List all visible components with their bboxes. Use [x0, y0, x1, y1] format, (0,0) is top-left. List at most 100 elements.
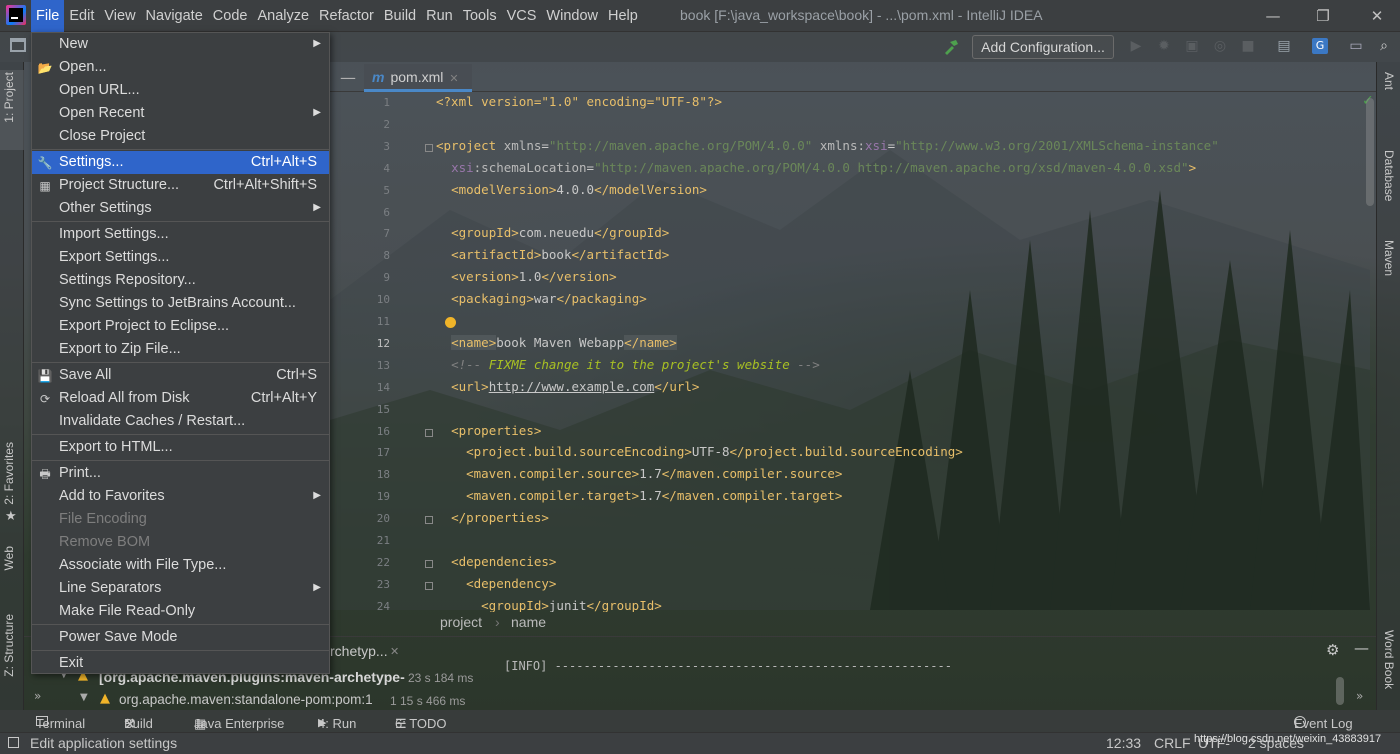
- search-icon[interactable]: ⌕: [1376, 38, 1392, 54]
- menu-item-export-settings[interactable]: Export Settings...: [32, 246, 329, 269]
- fold-marker-icon[interactable]: [425, 581, 433, 590]
- menu-refactor[interactable]: Refactor: [314, 0, 379, 32]
- menu-vcs[interactable]: VCS: [502, 0, 542, 32]
- tab-ant[interactable]: Ant: [1382, 72, 1396, 90]
- menu-item-open-recent[interactable]: Open Recent ▶: [32, 102, 329, 125]
- run-tab-close-icon[interactable]: ✕: [390, 645, 399, 658]
- add-configuration-button[interactable]: Add Configuration...: [972, 35, 1114, 59]
- tab-structure[interactable]: Z: Structure: [2, 614, 16, 677]
- restore-button[interactable]: ❐: [1300, 0, 1346, 32]
- fold-marker-icon[interactable]: [425, 143, 433, 152]
- more-icon[interactable]: »: [34, 689, 41, 703]
- fold-marker-icon[interactable]: [425, 516, 433, 525]
- project-folder-icon[interactable]: [10, 38, 26, 52]
- code-line[interactable]: <groupId>junit</groupId>: [436, 598, 662, 612]
- menu-item-new[interactable]: New ▶: [32, 33, 329, 56]
- code-line[interactable]: <url>http://www.example.com</url>: [436, 379, 699, 394]
- menu-item-print[interactable]: 🖶 Print...: [32, 462, 329, 485]
- fold-marker-icon[interactable]: [425, 559, 433, 568]
- code-line[interactable]: <version>1.0</version>: [436, 269, 617, 284]
- menu-edit[interactable]: Edit: [64, 0, 99, 32]
- code-line[interactable]: <packaging>war</packaging>: [436, 291, 647, 306]
- menu-run[interactable]: Run: [421, 0, 458, 32]
- collapse-icon[interactable]: —: [340, 68, 356, 87]
- editor-scrollbar[interactable]: [1366, 98, 1374, 206]
- fold-marker-icon[interactable]: [425, 428, 433, 437]
- code-line[interactable]: <dependencies>: [436, 554, 556, 569]
- menu-item-settings-repository[interactable]: Settings Repository...: [32, 269, 329, 292]
- code-line[interactable]: <project.build.sourceEncoding>UTF-8</pro…: [436, 444, 963, 459]
- breadcrumb-project[interactable]: project: [440, 614, 482, 630]
- tab-project[interactable]: 1: Project: [2, 72, 16, 123]
- menu-item-export-project-to-eclipse[interactable]: Export Project to Eclipse...: [32, 315, 329, 338]
- code-line[interactable]: <artifactId>book</artifactId>: [436, 247, 669, 262]
- menu-item-project-structure[interactable]: ▦ Project Structure... Ctrl+Alt+Shift+S: [32, 174, 329, 197]
- translate-icon[interactable]: G: [1312, 38, 1328, 54]
- code-line[interactable]: </properties>: [436, 510, 549, 525]
- code-line[interactable]: xsi:schemaLocation="http://maven.apache.…: [436, 160, 1196, 175]
- code-line[interactable]: <project xmlns="http://maven.apache.org/…: [436, 138, 1219, 153]
- menu-item-open-url[interactable]: Open URL...: [32, 79, 329, 102]
- menu-item-save-all[interactable]: 💾 Save All Ctrl+S: [32, 364, 329, 387]
- menu-item-export-to-zip-file[interactable]: Export to Zip File...: [32, 338, 329, 361]
- coverage-icon[interactable]: ▣: [1184, 38, 1200, 54]
- line-separator[interactable]: CRLF: [1154, 735, 1191, 751]
- menu-tools[interactable]: Tools: [458, 0, 502, 32]
- tab-favorites[interactable]: 2: Favorites: [2, 442, 16, 505]
- menu-item-exit[interactable]: Exit: [32, 652, 329, 675]
- more-right-icon[interactable]: »: [1356, 689, 1363, 703]
- menu-build[interactable]: Build: [379, 0, 421, 32]
- menu-item-invalidate-caches-restart[interactable]: Invalidate Caches / Restart...: [32, 410, 329, 433]
- menu-item-sync-settings-to-jetbrains-account[interactable]: Sync Settings to JetBrains Account...: [32, 292, 329, 315]
- build-hammer-icon[interactable]: [942, 38, 960, 56]
- expand-arrow-icon[interactable]: ▼: [80, 692, 88, 703]
- minimize-button[interactable]: —: [1250, 0, 1296, 32]
- breadcrumb-name[interactable]: name: [511, 614, 546, 630]
- menu-window[interactable]: Window: [541, 0, 603, 32]
- menu-item-close-project[interactable]: Close Project: [32, 125, 329, 148]
- menu-file[interactable]: File: [31, 0, 65, 32]
- lightbulb-icon[interactable]: [445, 317, 456, 328]
- stop-icon[interactable]: ■: [1240, 38, 1256, 54]
- menu-item-import-settings[interactable]: Import Settings...: [32, 223, 329, 246]
- code-line[interactable]: <groupId>com.neuedu</groupId>: [436, 225, 669, 240]
- code-line[interactable]: <maven.compiler.target>1.7</maven.compil…: [436, 488, 842, 503]
- presentation-icon[interactable]: ▭: [1348, 38, 1364, 54]
- menu-help[interactable]: Help: [603, 0, 643, 32]
- menu-item-line-separators[interactable]: Line Separators ▶: [32, 577, 329, 600]
- code-line[interactable]: <maven.compiler.source>1.7</maven.compil…: [436, 466, 842, 481]
- close-window-button[interactable]: ✕: [1354, 0, 1400, 32]
- profile-icon[interactable]: ◎: [1212, 38, 1228, 54]
- menu-item-open[interactable]: 📂 Open...: [32, 56, 329, 79]
- menu-item-settings[interactable]: 🔧 Settings... Ctrl+Alt+S: [32, 151, 329, 174]
- menu-navigate[interactable]: Navigate: [141, 0, 208, 32]
- run-icon[interactable]: ▶: [1128, 38, 1144, 54]
- status-toggle-icon[interactable]: [8, 737, 19, 748]
- project-structure-toolbar-icon[interactable]: ▤: [1276, 38, 1292, 54]
- tab-web[interactable]: Web: [2, 546, 16, 570]
- code-line[interactable]: <modelVersion>4.0.0</modelVersion>: [436, 182, 707, 197]
- code-line[interactable]: <name>book Maven Webapp</name>: [436, 334, 677, 350]
- run-tree-item[interactable]: org.apache.maven:standalone-pom:pom:1: [119, 692, 383, 707]
- menu-item-associate-with-file-type[interactable]: Associate with File Type...: [32, 554, 329, 577]
- menu-item-make-file-read-only[interactable]: Make File Read-Only: [32, 600, 329, 623]
- menu-analyze[interactable]: Analyze: [252, 0, 314, 32]
- tab-database[interactable]: Database: [1382, 150, 1396, 201]
- close-tab-icon[interactable]: ✕: [449, 73, 458, 85]
- console-scrollbar[interactable]: [1336, 677, 1344, 705]
- menu-view[interactable]: View: [99, 0, 140, 32]
- tab-maven[interactable]: Maven: [1382, 240, 1396, 276]
- run-tab-label[interactable]: rchetyp...: [330, 643, 388, 659]
- menu-item-add-to-favorites[interactable]: Add to Favorites ▶: [32, 485, 329, 508]
- code-line[interactable]: <!-- FIXME change it to the project's we…: [436, 357, 820, 372]
- menu-item-other-settings[interactable]: Other Settings ▶: [32, 197, 329, 220]
- debug-icon[interactable]: ✹: [1156, 38, 1172, 54]
- menu-code[interactable]: Code: [208, 0, 253, 32]
- hide-panel-icon[interactable]: —: [1354, 639, 1369, 657]
- menu-item-export-to-html[interactable]: Export to HTML...: [32, 436, 329, 459]
- code-line[interactable]: <?xml version="1.0" encoding="UTF-8"?>: [436, 94, 722, 109]
- caret-position[interactable]: 12:33: [1106, 735, 1141, 751]
- tab-word-book[interactable]: Word Book: [1382, 630, 1396, 689]
- menu-item-reload-all-from-disk[interactable]: ⟳ Reload All from Disk Ctrl+Alt+Y: [32, 387, 329, 410]
- gear-icon[interactable]: ⚙: [1326, 641, 1339, 659]
